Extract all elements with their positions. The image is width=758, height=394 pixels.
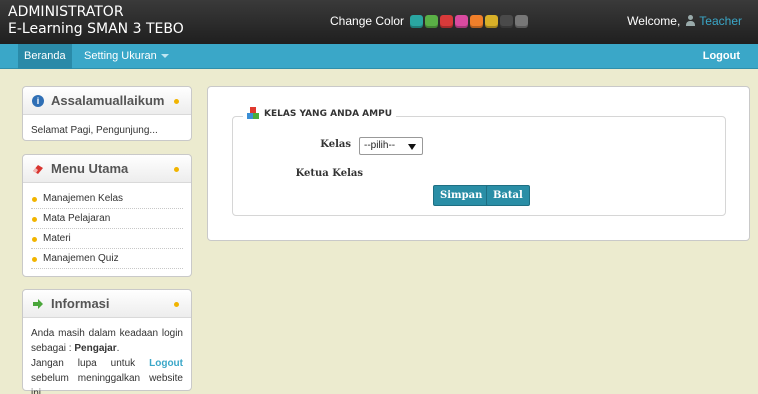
- dropdown-arrow-icon: [408, 144, 416, 150]
- color-swatch-green[interactable]: [425, 14, 439, 28]
- nav-item-setting-ukuran[interactable]: Setting Ukuran: [78, 44, 175, 69]
- nav-bar: Beranda Setting Ukuran Logout: [0, 44, 758, 69]
- info-text-2a: Jangan lupa untuk: [31, 358, 136, 369]
- greeting-title: Assalamuallaikum: [51, 93, 165, 108]
- kelas-select-value: --pilih--: [364, 140, 396, 151]
- nav-item-beranda[interactable]: Beranda: [18, 44, 72, 69]
- top-bar: ADMINISTRATOR E-Learning SMAN 3 TEBO Cha…: [0, 0, 758, 44]
- collapse-dot-icon[interactable]: [174, 167, 179, 172]
- ketua-kelas-label: Ketua Kelas: [295, 168, 363, 179]
- welcome-area: Welcome, Teacher: [627, 14, 742, 28]
- color-swatch-orange[interactable]: [470, 14, 484, 28]
- brand-subtitle: E-Learning SMAN 3 TEBO: [8, 21, 184, 37]
- color-swatch-yellow[interactable]: [485, 14, 499, 28]
- menu-item-materi[interactable]: Materi: [31, 229, 183, 249]
- info-widget-header: Informasi: [23, 290, 191, 318]
- blocks-icon: [247, 107, 260, 120]
- color-swatch-pink[interactable]: [455, 14, 469, 28]
- eraser-icon: [33, 165, 43, 174]
- info-title: Informasi: [51, 296, 110, 311]
- menu-widget-header: Menu Utama: [23, 155, 191, 183]
- logout-link[interactable]: Logout: [697, 44, 746, 69]
- user-name: Teacher: [699, 14, 742, 28]
- greeting-text: Selamat Pagi, Pengunjung...: [31, 125, 158, 136]
- change-color-label: Change Color: [330, 14, 405, 28]
- color-switcher: Change Color: [330, 14, 530, 28]
- legend-title: KELAS YANG ANDA AMPU: [264, 108, 393, 119]
- info-logout-link[interactable]: Logout: [149, 358, 183, 369]
- arrow-right-icon: [33, 299, 43, 309]
- menu-item-manajemen-quiz[interactable]: Manajemen Quiz: [31, 249, 183, 269]
- greeting-widget-header: i Assalamuallaikum: [23, 87, 191, 115]
- brand: ADMINISTRATOR E-Learning SMAN 3 TEBO: [8, 4, 184, 38]
- info-icon: i: [32, 95, 44, 107]
- menu-title: Menu Utama: [51, 161, 129, 176]
- collapse-dot-icon[interactable]: [174, 99, 179, 104]
- brand-title: ADMINISTRATOR: [8, 4, 124, 20]
- info-text-2b: sebelum meninggalkan website ini.: [31, 373, 183, 394]
- menu-widget: Menu Utama Manajemen Kelas Mata Pelajara…: [22, 154, 192, 277]
- cancel-button[interactable]: Batal: [486, 185, 530, 206]
- color-swatch-teal[interactable]: [410, 14, 424, 28]
- menu-list: Manajemen Kelas Mata Pelajaran Materi Ma…: [23, 183, 191, 273]
- greeting-widget: i Assalamuallaikum Selamat Pagi, Pengunj…: [22, 86, 192, 141]
- info-widget: Informasi Anda masih dalam keadaan login…: [22, 289, 192, 394]
- main-panel: KELAS YANG ANDA AMPU Kelas --pilih-- Ket…: [207, 86, 750, 241]
- color-swatch-gray[interactable]: [515, 14, 529, 28]
- chevron-down-icon: [160, 54, 169, 59]
- class-form-fieldset: KELAS YANG ANDA AMPU Kelas --pilih-- Ket…: [232, 107, 726, 216]
- collapse-dot-icon[interactable]: [174, 302, 179, 307]
- user-icon: [686, 15, 696, 27]
- info-text: Anda masih dalam keadaan login sebagai :…: [23, 318, 191, 394]
- user-link[interactable]: Teacher: [686, 14, 742, 28]
- info-role: Pengajar: [74, 343, 117, 354]
- nav-setting-label: Setting Ukuran: [84, 50, 157, 62]
- menu-item-manajemen-kelas[interactable]: Manajemen Kelas: [31, 189, 183, 209]
- menu-item-mata-pelajaran[interactable]: Mata Pelajaran: [31, 209, 183, 229]
- save-button[interactable]: Simpan: [433, 185, 490, 206]
- kelas-select[interactable]: --pilih--: [359, 137, 423, 155]
- kelas-label: Kelas: [320, 139, 351, 150]
- color-swatch-dark[interactable]: [500, 14, 514, 28]
- fieldset-legend: KELAS YANG ANDA AMPU: [243, 107, 397, 120]
- color-swatch-red[interactable]: [440, 14, 454, 28]
- welcome-label: Welcome,: [627, 14, 681, 28]
